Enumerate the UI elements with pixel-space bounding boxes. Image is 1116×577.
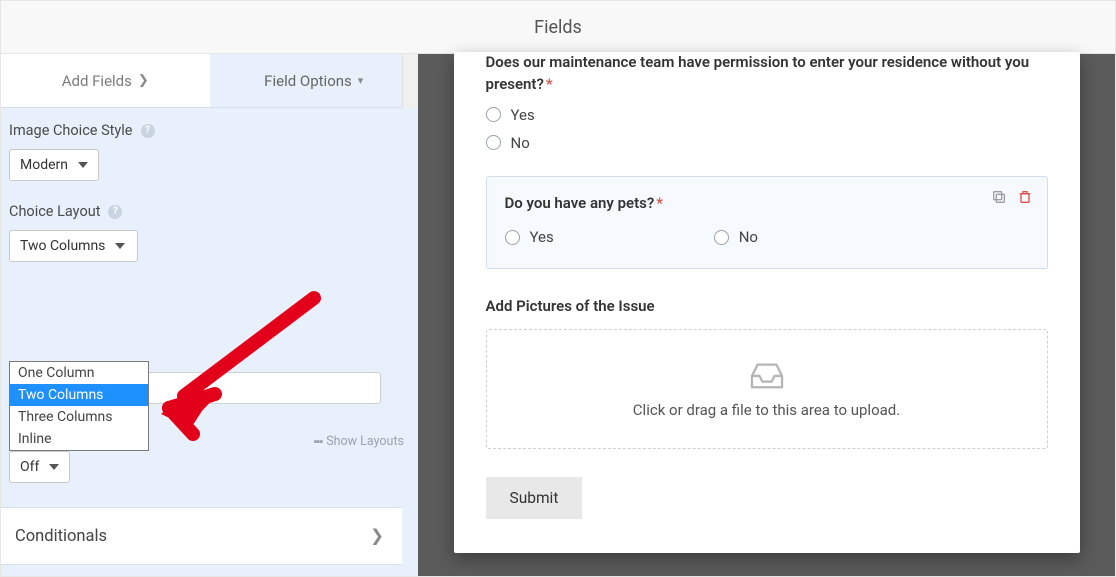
upload-title: Add Pictures of the Issue — [486, 297, 1048, 315]
chevron-right-icon: ❯ — [138, 73, 149, 88]
radio-icon — [714, 230, 729, 245]
dropdown-choice-layout: One Column Two Columns Three Columns Inl… — [9, 361, 149, 451]
radio-icon — [486, 107, 501, 122]
top-bar: Fields — [0, 0, 1116, 54]
dropdown-option[interactable]: One Column — [10, 362, 148, 384]
main: Add Fields ❯ Field Options ▾ Image Choic… — [0, 54, 1116, 577]
field-toolbar — [991, 189, 1033, 205]
upload-dropzone[interactable]: Click or drag a file to this area to upl… — [486, 329, 1048, 449]
chevron-right-icon: ❯ — [370, 526, 384, 546]
upload-hint: Click or drag a file to this area to upl… — [633, 401, 900, 419]
panel-body: Image Choice Style ? Modern Choice Layou… — [1, 108, 418, 576]
dropdown-option-selected[interactable]: Two Columns — [10, 384, 148, 406]
selected-field-pets[interactable]: Do you have any pets?* Yes No — [486, 176, 1048, 270]
q2-option-no[interactable]: No — [714, 228, 758, 246]
radio-icon — [505, 230, 520, 245]
dropdown-option[interactable]: Three Columns — [10, 406, 148, 428]
radio-icon — [486, 135, 501, 150]
question-1-text: Does our maintenance team have permissio… — [486, 52, 1048, 96]
chevron-down-icon: ▾ — [358, 74, 364, 87]
q2-option-yes[interactable]: Yes — [505, 228, 554, 246]
question-2-text: Do you have any pets?* — [505, 193, 1029, 215]
help-icon[interactable]: ? — [141, 124, 155, 138]
section-conditionals[interactable]: Conditionals ❯ — [1, 507, 402, 565]
submit-button[interactable]: Submit — [486, 477, 583, 519]
dropdown-option[interactable]: Inline — [10, 428, 148, 450]
label-image-choice-style: Image Choice Style ? — [9, 122, 410, 139]
label-choice-layout: Choice Layout ? — [9, 203, 410, 220]
caret-down-icon — [49, 464, 59, 470]
left-tabs: Add Fields ❯ Field Options ▾ — [1, 54, 418, 108]
caret-down-icon — [115, 243, 125, 249]
select-dynamic-choices[interactable]: Off — [9, 451, 70, 483]
tab-add-fields[interactable]: Add Fields ❯ — [1, 54, 210, 107]
grid-icon: ▪▪▪ — [314, 435, 323, 448]
select-choice-layout[interactable]: Two Columns — [9, 230, 138, 262]
tab-field-options-label: Field Options — [264, 72, 352, 90]
help-icon[interactable]: ? — [108, 205, 122, 219]
q1-option-no[interactable]: No — [486, 134, 1048, 152]
show-layouts-link[interactable]: ▪▪▪ Show Layouts — [314, 434, 404, 449]
required-asterisk: * — [656, 194, 663, 212]
duplicate-icon[interactable] — [991, 189, 1007, 205]
tab-field-options[interactable]: Field Options ▾ — [210, 54, 419, 107]
tab-add-fields-label: Add Fields — [62, 72, 132, 90]
required-asterisk: * — [546, 75, 553, 93]
form-canvas: Does our maintenance team have permissio… — [454, 52, 1080, 553]
caret-down-icon — [78, 162, 88, 168]
inbox-icon — [748, 359, 786, 391]
left-panel: Add Fields ❯ Field Options ▾ Image Choic… — [1, 54, 418, 576]
delete-icon[interactable] — [1017, 189, 1033, 205]
page-title: Fields — [534, 17, 582, 38]
select-image-choice-style[interactable]: Modern — [9, 149, 99, 181]
q1-option-yes[interactable]: Yes — [486, 106, 1048, 124]
preview-area: Does our maintenance team have permissio… — [418, 54, 1115, 576]
